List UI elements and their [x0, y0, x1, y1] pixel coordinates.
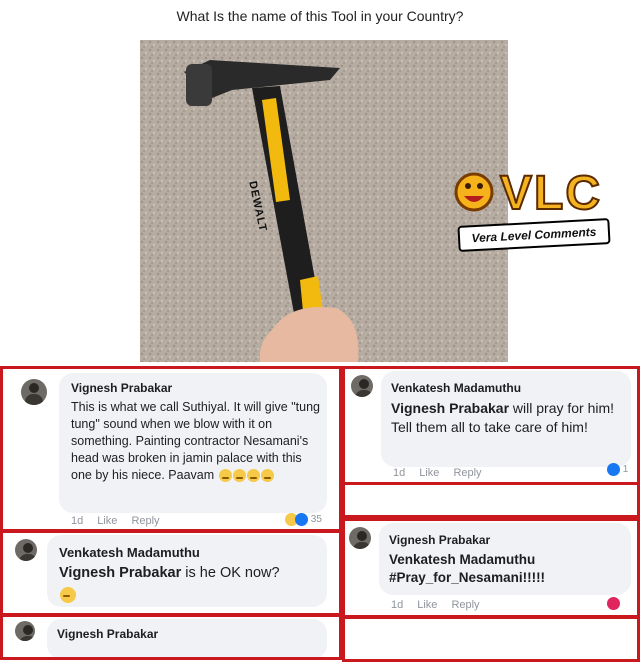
vlc-logo: VLC Vera Level Comments	[452, 162, 612, 252]
sad-emoji-icon	[232, 469, 246, 483]
reaction-summary[interactable]: 35	[285, 513, 322, 526]
comment-card: Vignesh Prabakar Venkatesh Madamuthu #Pr…	[342, 518, 640, 618]
comment-text: Vignesh Prabakar will pray for him! Tell…	[391, 400, 615, 435]
comment-bubble: Vignesh Prabakar Venkatesh Madamuthu #Pr…	[379, 523, 631, 595]
love-reaction-icon[interactable]	[607, 597, 620, 610]
comment-card: Vignesh Prabakar This is what we call Su…	[0, 366, 342, 532]
reply-button[interactable]: Reply	[453, 467, 481, 479]
reply-button[interactable]: Reply	[451, 599, 479, 611]
comment-card	[342, 616, 640, 662]
comment-author[interactable]: Vignesh Prabakar	[389, 533, 490, 547]
comment-time: 1d	[393, 467, 406, 479]
reaction-summary[interactable]: 1	[607, 463, 628, 476]
comment-bubble: Vignesh Prabakar	[47, 619, 327, 657]
comment-bubble: Venkatesh Madamuthu Vignesh Prabakar is …	[47, 535, 327, 607]
comment-author[interactable]: Vignesh Prabakar	[71, 381, 172, 395]
reply-button[interactable]: Reply	[131, 515, 159, 527]
sad-emoji-icon	[260, 469, 274, 483]
comment-card	[342, 482, 640, 518]
comment-bubble: Venkatesh Madamuthu Vignesh Prabakar wil…	[381, 371, 631, 467]
comment-actions: 1d Like Reply	[71, 515, 174, 527]
comment-actions: 1d Like Reply	[393, 467, 496, 479]
sad-emoji-icon	[246, 469, 260, 483]
comment-bubble: Vignesh Prabakar This is what we call Su…	[59, 373, 327, 513]
avatar[interactable]	[15, 539, 37, 561]
avatar[interactable]	[21, 379, 47, 405]
like-reaction-icon	[607, 463, 620, 476]
comment-time: 1d	[71, 515, 84, 527]
comment-card: Venkatesh Madamuthu Vignesh Prabakar wil…	[342, 366, 640, 486]
comment-actions: 1d Like Reply	[391, 599, 494, 611]
comment-author[interactable]: Venkatesh Madamuthu	[59, 545, 200, 560]
comment-card: Vignesh Prabakar	[0, 614, 342, 660]
reaction-count: 1	[622, 464, 629, 476]
avatar[interactable]	[351, 375, 373, 397]
comment-card: Venkatesh Madamuthu Vignesh Prabakar is …	[0, 530, 342, 616]
comment-author[interactable]: Venkatesh Madamuthu	[391, 381, 521, 395]
post-title: What Is the name of this Tool in your Co…	[176, 8, 464, 24]
like-button[interactable]: Like	[97, 515, 117, 527]
comment-text: Venkatesh Madamuthu #Pray_for_Nesamani!!…	[389, 552, 546, 585]
sad-emoji-icon	[218, 469, 232, 483]
comment-mention[interactable]: Vignesh Prabakar	[391, 400, 509, 416]
sad-emoji-icon	[60, 587, 76, 603]
comment-text: This is what we call Suthiyal. It will g…	[71, 400, 320, 483]
logo-text: VLC	[499, 166, 602, 221]
reaction-count: 35	[310, 514, 322, 526]
avatar[interactable]	[15, 621, 35, 641]
comment-text: Vignesh Prabakar is he OK now?	[59, 565, 280, 581]
comment-mention[interactable]: Venkatesh Madamuthu	[389, 552, 535, 567]
logo-tagline: Vera Level Comments	[457, 218, 611, 252]
avatar[interactable]	[349, 527, 371, 549]
comment-mention[interactable]: Vignesh Prabakar	[59, 565, 181, 581]
like-button[interactable]: Like	[417, 599, 437, 611]
comment-time: 1d	[391, 599, 404, 611]
like-reaction-icon	[295, 513, 308, 526]
like-button[interactable]: Like	[419, 467, 439, 479]
comment-author[interactable]: Vignesh Prabakar	[57, 627, 158, 641]
